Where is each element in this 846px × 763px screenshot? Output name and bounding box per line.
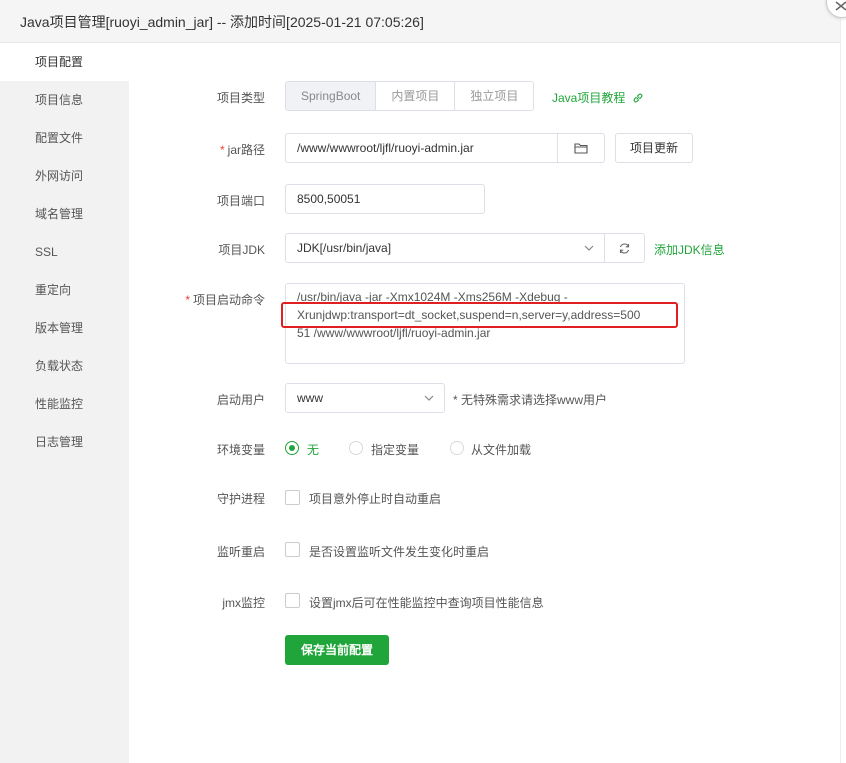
env-radio-file-label: 从文件加载 <box>471 443 532 457</box>
window-edge <box>840 0 846 763</box>
sidebar-item-logs[interactable]: 日志管理 <box>0 423 129 461</box>
save-config-button[interactable]: 保存当前配置 <box>285 635 389 665</box>
type-option-standalone[interactable]: 独立项目 <box>454 82 534 110</box>
sidebar: 项目配置 项目信息 配置文件 外网访问 域名管理 SSL 重定向 版本管理 负载… <box>0 43 129 763</box>
refresh-icon <box>619 242 630 254</box>
sidebar-item-version[interactable]: 版本管理 <box>0 309 129 347</box>
project-type-label: 项目类型 <box>216 91 265 105</box>
sidebar-item-performance[interactable]: 性能监控 <box>0 385 129 423</box>
project-update-button[interactable]: 项目更新 <box>615 133 694 163</box>
env-radio-specify-label: 指定变量 <box>371 443 420 457</box>
chevron-down-icon <box>424 395 434 401</box>
env-radio-none[interactable] <box>285 441 299 455</box>
port-label: 项目端口 <box>216 194 265 208</box>
sidebar-item-external-access[interactable]: 外网访问 <box>0 157 129 195</box>
folder-icon <box>574 143 588 154</box>
start-command-label: * 项目启动命令 <box>145 291 265 308</box>
project-type-segmented: SpringBoot 内置项目 独立项目 <box>285 81 535 111</box>
jar-path-label: * jar路径 <box>145 141 265 158</box>
chevron-down-icon <box>584 245 594 251</box>
start-user-hint: * 无特殊需求请选择www用户 <box>453 393 608 407</box>
start-user-value: www <box>297 391 323 405</box>
command-line: 51 /www/wwwroot/ljfl/ruoyi-admin.jar <box>297 326 491 340</box>
jmx-label: jmx监控 <box>222 596 265 610</box>
sidebar-item-redirect[interactable]: 重定向 <box>0 271 129 309</box>
daemon-checkbox[interactable] <box>285 490 300 505</box>
start-command-textarea[interactable]: /usr/bin/java -jar -Xmx1024M -Xms256M -X… <box>285 283 685 364</box>
required-mark: * <box>219 143 225 157</box>
close-icon <box>835 1 846 11</box>
window-title: Java项目管理[ruoyi_admin_jar] -- 添加时间[2025-0… <box>20 14 424 30</box>
java-tutorial-link[interactable]: Java项目教程 <box>552 89 644 106</box>
jmx-checkbox-label: 设置jmx后可在性能监控中查询项目性能信息 <box>309 596 544 610</box>
add-jdk-link[interactable]: 添加JDK信息 <box>654 241 725 258</box>
start-command-label-text: 项目启动命令 <box>192 293 265 307</box>
env-radio-file[interactable] <box>450 441 464 455</box>
sidebar-item-domain[interactable]: 域名管理 <box>0 195 129 233</box>
sidebar-item-config-file[interactable]: 配置文件 <box>0 119 129 157</box>
type-option-builtin[interactable]: 内置项目 <box>375 82 455 110</box>
refresh-jdk-button[interactable] <box>604 233 645 263</box>
daemon-checkbox-label: 项目意外停止时自动重启 <box>309 492 442 506</box>
sidebar-item-project-config[interactable]: 项目配置 <box>0 43 129 81</box>
window-title-bar: Java项目管理[ruoyi_admin_jar] -- 添加时间[2025-0… <box>0 0 840 43</box>
port-input[interactable]: 8500,50051 <box>285 184 485 214</box>
jar-path-label-text: jar路径 <box>227 143 265 157</box>
required-mark: * <box>185 293 190 307</box>
jar-path-input[interactable]: /www/wwwroot/ljfl/ruoyi-admin.jar <box>285 133 558 163</box>
start-user-select[interactable]: www <box>285 383 445 413</box>
command-line: Xrunjdwp:transport=dt_socket,suspend=n,s… <box>297 308 641 322</box>
sidebar-item-ssl[interactable]: SSL <box>0 233 129 271</box>
watch-restart-checkbox-label: 是否设置监听文件发生变化时重启 <box>309 545 490 559</box>
env-label: 环境变量 <box>216 443 265 457</box>
start-user-label: 启动用户 <box>216 393 265 407</box>
env-radio-specify[interactable] <box>349 441 363 455</box>
jdk-label: 项目JDK <box>218 243 265 257</box>
jdk-select-value: JDK[/usr/bin/java] <box>297 241 392 255</box>
type-option-springboot[interactable]: SpringBoot <box>286 82 376 110</box>
daemon-label: 守护进程 <box>216 492 265 506</box>
jdk-select[interactable]: JDK[/usr/bin/java] <box>285 233 605 263</box>
watch-restart-checkbox[interactable] <box>285 542 300 557</box>
java-tutorial-link-label: Java项目教程 <box>552 91 626 105</box>
watch-restart-label: 监听重启 <box>216 545 265 559</box>
command-line: /usr/bin/java -jar -Xmx1024M -Xms256M -X… <box>297 290 568 304</box>
env-radio-none-label: 无 <box>307 443 320 457</box>
browse-folder-button[interactable] <box>557 133 605 163</box>
sidebar-item-project-info[interactable]: 项目信息 <box>0 81 129 119</box>
external-link-icon <box>633 93 643 103</box>
sidebar-item-load-status[interactable]: 负载状态 <box>0 347 129 385</box>
jmx-checkbox[interactable] <box>285 593 300 608</box>
